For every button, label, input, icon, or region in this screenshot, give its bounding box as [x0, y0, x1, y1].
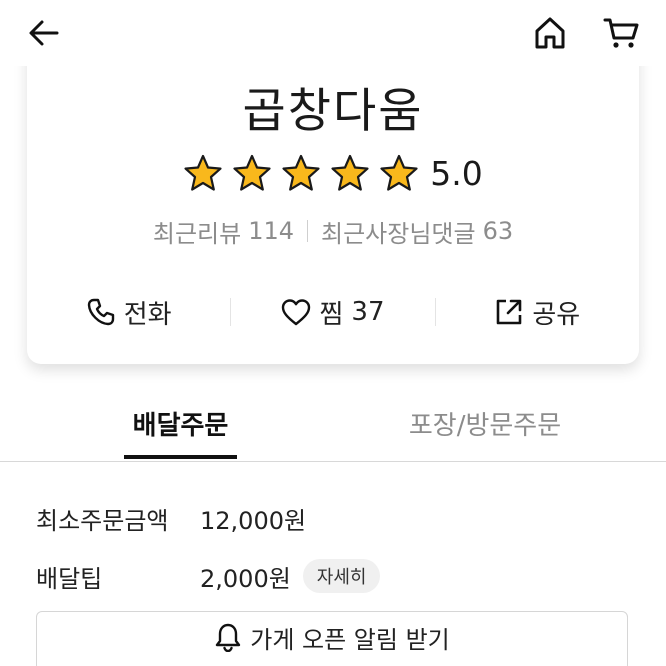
star-icon: [233, 154, 271, 191]
open-notification-label: 가게 오픈 알림 받기: [250, 625, 450, 654]
store-detail-page: 곱창다움 5.0 최근리뷰 114 최근사장님댓글 63 전화 찜 37 공유 …: [0, 0, 666, 666]
tab-delivery[interactable]: 배달주문: [124, 405, 237, 442]
open-notification-button[interactable]: 가게 오픈 알림 받기: [36, 611, 628, 666]
cart-button[interactable]: [600, 12, 642, 54]
heart-icon: [281, 298, 311, 326]
share-button[interactable]: 공유: [436, 294, 639, 331]
wish-count: 37: [351, 297, 385, 327]
min-order-row: 최소주문금액 12,000원: [36, 498, 306, 538]
rating-row: 5.0: [27, 152, 639, 194]
store-info-card: 곱창다움 5.0 최근리뷰 114 최근사장님댓글 63 전화 찜 37 공유: [27, 40, 639, 364]
back-button[interactable]: [23, 12, 65, 54]
active-tab-indicator: [124, 455, 237, 459]
star-icon: [282, 154, 320, 191]
star-rating: [183, 153, 428, 193]
share-icon: [494, 297, 524, 327]
delivery-tip-label: 배달팁: [36, 564, 103, 593]
top-bar: [0, 0, 666, 66]
star-icon: [331, 154, 369, 191]
order-type-tabs: 배달주문 포장/방문주문: [0, 395, 666, 463]
back-arrow-icon: [29, 20, 59, 46]
phone-icon: [86, 297, 116, 327]
store-name: 곱창다움: [242, 84, 424, 139]
share-label: 공유: [532, 299, 581, 330]
owner-replies-label[interactable]: 최근사장님댓글: [321, 214, 476, 249]
call-label: 전화: [123, 299, 172, 330]
wish-label: 찜: [319, 299, 344, 330]
recent-reviews-label[interactable]: 최근리뷰: [153, 214, 241, 249]
tab-pickup[interactable]: 포장/방문주문: [402, 405, 568, 442]
min-order-label: 최소주문금액: [36, 506, 169, 535]
action-row: 전화 찜 37 공유: [27, 290, 639, 334]
review-divider: [307, 220, 309, 242]
delivery-tip-row: 배달팁 2,000원 자세히: [36, 556, 381, 596]
star-icon: [380, 154, 418, 191]
delivery-tip-detail-button[interactable]: 자세히: [302, 559, 381, 593]
rating-value: 5.0: [430, 153, 483, 193]
review-summary: 최근리뷰 114 최근사장님댓글 63: [27, 214, 639, 249]
recent-reviews-count[interactable]: 114: [248, 217, 294, 245]
star-icon: [184, 154, 222, 191]
min-order-value: 12,000원: [200, 506, 307, 535]
delivery-tip-value: 2,000원: [200, 564, 291, 593]
wish-button[interactable]: 찜 37: [231, 294, 434, 331]
owner-replies-count[interactable]: 63: [483, 217, 514, 245]
cart-icon: [603, 18, 639, 48]
home-button[interactable]: [529, 12, 571, 54]
bell-icon: [214, 622, 242, 652]
home-icon: [535, 17, 565, 49]
tabs-divider: [0, 461, 666, 462]
call-button[interactable]: 전화: [27, 294, 230, 331]
